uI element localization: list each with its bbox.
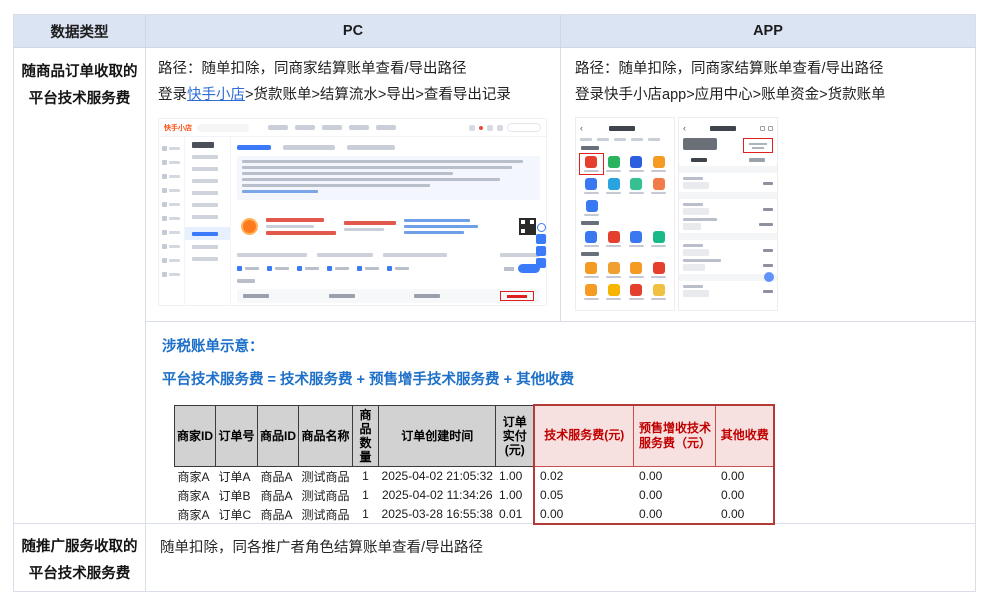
pc-shot-submenu — [185, 137, 231, 305]
floating-toolbar — [536, 223, 546, 268]
app-center-title — [609, 126, 635, 131]
app-icon-row — [580, 229, 670, 249]
col-paid-amount: 订单实付(元) — [496, 405, 534, 466]
kwai-shop-link[interactable]: 快手小店 — [187, 87, 245, 103]
header-cell-data-type: 数据类型 — [14, 15, 146, 48]
notification-dot-icon — [479, 126, 483, 130]
bill-tabs — [237, 141, 540, 153]
col-merchant-id: 商家ID — [175, 405, 216, 466]
back-icon: ‹ — [580, 124, 583, 133]
search-input — [197, 124, 249, 132]
col-product-id: 商品ID — [258, 405, 299, 466]
pc-shot-main — [231, 137, 546, 305]
app-icon-row — [580, 260, 670, 280]
topbar-icons — [469, 123, 541, 132]
pc-login-suffix: >货款账单>结算流水>导出>查看导出记录 — [245, 87, 511, 103]
tax-fee-formula: 平台技术服务费 = 技术服务费 + 预售增手技术服务费 + 其他收费 — [162, 368, 959, 389]
pc-login-path: 登录快手小店>货款账单>结算流水>导出>查看导出记录 — [158, 82, 548, 108]
col-tech-fee: 技术服务费(元) — [534, 405, 634, 466]
row-label-product-fee: 随商品订单收取的 平台技术服务费 — [14, 48, 146, 524]
app-path-text: 路径：随单扣除，同商家结算账单查看/导出路径 — [575, 56, 961, 82]
notice-panel — [237, 156, 540, 200]
app-center-tabs — [580, 138, 670, 141]
top-nav — [268, 125, 396, 130]
section-label — [581, 146, 599, 150]
section-label — [581, 221, 599, 225]
submenu-title — [192, 142, 214, 148]
col-presale-fee: 预售增收技术服务费（元） — [634, 405, 716, 466]
pc-shot-sidebar-icons — [159, 137, 185, 305]
promo-fee-content: 随单扣除，同各推广者角色结算账单查看/导出路径 — [146, 524, 975, 591]
sample-bill-table: 商家ID 订单号 商品ID 商品名称 商品数量 订单创建时间 订单实付(元) 技… — [174, 404, 775, 525]
tax-service-card — [237, 204, 540, 248]
header-cell-pc: PC — [146, 15, 561, 48]
header-action-icons — [760, 126, 773, 131]
app-center-screen: ‹ — [575, 117, 675, 311]
pc-path-text: 路径：随单扣除，同商家结算账单查看/导出路径 — [158, 56, 548, 82]
app-screenshots: ‹ ‹ — [575, 117, 961, 311]
tax-section-title: 涉税账单示意： — [162, 335, 959, 359]
kwai-shop-logo: 快手小店 — [164, 123, 192, 133]
payment-bill-screen: ‹ — [678, 117, 778, 311]
filter-row — [237, 253, 540, 257]
bill-filter-highlight — [743, 138, 773, 153]
export-record-highlight — [500, 291, 534, 301]
app-icon-row — [580, 282, 670, 302]
col-create-time: 订单创建时间 — [379, 405, 496, 466]
tax-bill-section: 涉税账单示意： 平台技术服务费 = 技术服务费 + 预售增手技术服务费 + 其他… — [146, 322, 975, 524]
pc-shot-topbar: 快手小店 — [159, 119, 546, 137]
app-icon-row — [580, 198, 670, 218]
app-icon-row — [580, 176, 670, 196]
account-selector — [683, 138, 717, 150]
col-quantity: 商品数量 — [353, 405, 379, 466]
row-label-promo-fee: 随推广服务收取的 平台技术服务费 — [14, 524, 146, 591]
fee-doc-table: 数据类型 PC APP 随商品订单收取的 平台技术服务费 路径：随单扣除，同商家… — [13, 14, 976, 592]
bill-title — [710, 126, 736, 131]
checkbox-row — [237, 264, 540, 273]
pc-admin-screenshot: 快手小店 — [158, 118, 547, 306]
qr-code — [519, 218, 536, 235]
row-label-line1: 随推广服务收取的 — [14, 534, 145, 561]
sample-table-row: 商家A 订单C 商品A 测试商品 1 2025-03-28 16:55:38 0… — [175, 505, 774, 524]
app-icon-row — [580, 154, 670, 174]
row-label-line1: 随商品订单收取的 — [14, 59, 145, 86]
row-label-line2: 平台技术服务费 — [14, 561, 145, 588]
sample-table-header-row: 商家ID 订单号 商品ID 商品名称 商品数量 订单创建时间 订单实付(元) 技… — [175, 405, 774, 466]
back-icon: ‹ — [683, 124, 686, 133]
floating-action-button — [764, 272, 774, 282]
section-label — [581, 252, 599, 256]
sample-table-row: 商家A 订单A 商品A 测试商品 1 2025-04-02 21:05:32 1… — [175, 466, 774, 486]
result-table-header — [237, 289, 540, 303]
app-column-cell: 路径：随单扣除，同商家结算账单查看/导出路径 登录快手小店app>应用中心>账单… — [561, 48, 975, 322]
col-order-no: 订单号 — [216, 405, 258, 466]
bill-column-headers — [683, 158, 773, 162]
pc-login-prefix: 登录 — [158, 87, 187, 103]
emblem-icon — [241, 218, 258, 235]
sample-table-row: 商家A 订单B 商品A 测试商品 1 2025-04-02 11:34:26 1… — [175, 486, 774, 505]
col-other-fee: 其他收费 — [716, 405, 774, 466]
account-pill — [507, 123, 541, 132]
app-login-path: 登录快手小店app>应用中心>账单资金>货款账单 — [575, 82, 961, 108]
submenu-selected-item — [185, 227, 230, 240]
row-label-line2: 平台技术服务费 — [14, 86, 145, 113]
col-product-name: 商品名称 — [299, 405, 353, 466]
header-cell-app: APP — [561, 15, 975, 48]
pc-column-cell: 路径：随单扣除，同商家结算账单查看/导出路径 登录快手小店>货款账单>结算流水>… — [146, 48, 561, 322]
